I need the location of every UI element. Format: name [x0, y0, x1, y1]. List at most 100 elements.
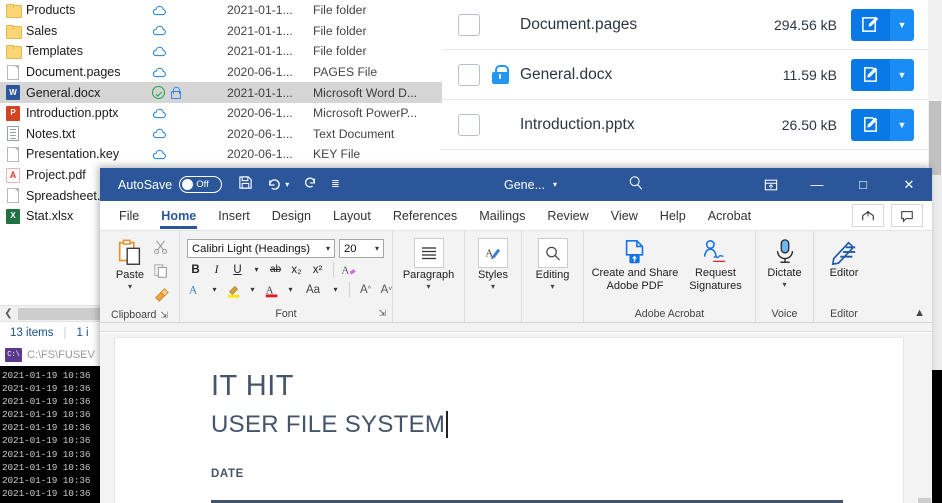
change-case-chevron-icon[interactable]: ▾: [329, 281, 342, 298]
tab-insert[interactable]: Insert: [207, 201, 261, 231]
font-color-chevron-icon[interactable]: ▾: [284, 281, 297, 298]
chevron-down-icon[interactable]: ▾: [550, 282, 554, 291]
save-icon[interactable]: [238, 175, 253, 194]
styles-button[interactable]: A Styles ▾: [472, 235, 514, 291]
chevron-down-icon[interactable]: ▾: [426, 282, 430, 291]
highlight-chevron-icon[interactable]: ▾: [246, 281, 259, 298]
format-painter-icon[interactable]: [153, 287, 169, 308]
edit-doc-icon[interactable]: [851, 58, 890, 91]
subscript-button[interactable]: x₂: [288, 261, 305, 278]
scrollbar-thumb[interactable]: [918, 498, 931, 503]
edit-dropdown-caret-icon[interactable]: ▼: [890, 108, 914, 141]
document-row[interactable]: General.docx 11.59 kB ▼: [442, 50, 942, 100]
row-checkbox[interactable]: [458, 63, 480, 86]
bold-button[interactable]: B: [187, 261, 204, 278]
document-title[interactable]: Gene... ▾: [504, 178, 557, 192]
dialog-launcher-icon[interactable]: ⇲: [378, 308, 386, 319]
edit-dropdown-caret-icon[interactable]: ▼: [890, 8, 914, 41]
tab-layout[interactable]: Layout: [322, 201, 382, 231]
change-case-button[interactable]: Aa: [301, 281, 325, 298]
tab-file[interactable]: File: [108, 201, 150, 231]
row-checkbox[interactable]: [458, 113, 480, 136]
document-row[interactable]: Document.pages 294.56 kB ▼: [442, 0, 942, 50]
chevron-down-icon[interactable]: ▾: [782, 280, 786, 289]
autosave-toggle[interactable]: Off: [179, 176, 223, 193]
paste-button[interactable]: Paste ▾: [107, 235, 153, 291]
tab-view[interactable]: View: [600, 201, 649, 231]
document-vertical-scrollbar[interactable]: [917, 498, 932, 503]
create-and-share-pdf-button[interactable]: Create and Share Adobe PDF: [591, 235, 679, 292]
document-row[interactable]: Introduction.pptx 26.50 kB ▼: [442, 100, 942, 150]
font-row-3[interactable]: A ▾ ▾ A ▾ Aa ▾ A ^ A ˅: [187, 281, 395, 298]
underline-chevron-icon[interactable]: ▾: [250, 261, 263, 278]
request-signatures-button[interactable]: Request Signatures: [683, 235, 748, 292]
chevron-down-icon[interactable]: ▾: [491, 282, 495, 291]
dictate-button[interactable]: Dictate ▾: [763, 235, 806, 289]
scroll-left-arrow-icon[interactable]: ❮: [0, 308, 17, 319]
file-row[interactable]: Sales 2021-01-1... File folder: [0, 21, 442, 42]
customize-quick-access-icon[interactable]: ≣: [331, 179, 339, 190]
ribbon-tabs[interactable]: File Home Insert Design Layout References Mail…: [100, 201, 932, 231]
ribbon[interactable]: Paste ▾ Clipboard ⇲ Calibri Light (Headi…: [100, 231, 932, 323]
chevron-down-icon[interactable]: ▾: [553, 180, 557, 189]
comment-icon[interactable]: [891, 204, 923, 227]
ribbon-tab-right-buttons[interactable]: [852, 204, 923, 227]
scissors-icon[interactable]: [153, 239, 169, 260]
collapse-ribbon-icon[interactable]: ▲: [914, 307, 925, 319]
edit-button-group[interactable]: ▼: [851, 58, 914, 91]
strikethrough-button[interactable]: ab: [267, 261, 284, 278]
chevron-down-icon[interactable]: ▾: [128, 282, 132, 291]
file-row[interactable]: Notes.txt 2020-06-1... Text Document: [0, 124, 442, 145]
italic-button[interactable]: I: [208, 261, 225, 278]
web-list-scrollbar[interactable]: [928, 0, 942, 175]
edit-doc-icon[interactable]: [851, 108, 890, 141]
close-icon[interactable]: ✕: [886, 168, 932, 201]
edit-button-group[interactable]: ▼: [851, 8, 914, 41]
text-effects-chevron-icon[interactable]: ▾: [208, 281, 221, 298]
clear-formatting-icon[interactable]: A: [341, 261, 358, 278]
tab-acrobat[interactable]: Acrobat: [697, 201, 762, 231]
edit-button-group[interactable]: ▼: [851, 108, 914, 141]
copy-icon[interactable]: [153, 263, 169, 284]
autosave-control[interactable]: AutoSave Off: [118, 176, 223, 193]
editor-button[interactable]: Editor: [821, 235, 867, 279]
redo-icon[interactable]: [303, 176, 317, 193]
chevron-down-icon[interactable]: ▾: [326, 244, 330, 253]
window-controls[interactable]: — □ ✕: [748, 168, 932, 201]
superscript-button[interactable]: x²: [309, 261, 326, 278]
font-size-combobox[interactable]: 20 ▾: [339, 239, 384, 258]
share-icon[interactable]: [852, 204, 884, 227]
tab-home[interactable]: Home: [150, 201, 207, 231]
quick-access-toolbar[interactable]: ▾ ≣: [238, 175, 340, 194]
file-row[interactable]: Products 2021-01-1... File folder: [0, 0, 442, 21]
text-effects-icon[interactable]: A: [187, 281, 204, 298]
font-row-1[interactable]: Calibri Light (Headings) ▾ 20 ▾: [187, 239, 384, 258]
tab-references[interactable]: References: [382, 201, 468, 231]
grow-font-button[interactable]: A ^: [357, 281, 374, 298]
tab-help[interactable]: Help: [649, 201, 697, 231]
paragraph-button[interactable]: Paragraph ▾: [402, 235, 456, 291]
edit-dropdown-caret-icon[interactable]: ▼: [890, 58, 914, 91]
underline-button[interactable]: U: [229, 261, 246, 278]
file-row[interactable]: P Introduction.pptx 2020-06-1... Microsoft …: [0, 103, 442, 124]
file-row[interactable]: Document.pages 2020-06-1... PAGES File: [0, 62, 442, 83]
web-list-rows[interactable]: Document.pages 294.56 kB ▼ General.docx 11.5…: [442, 0, 942, 150]
undo-icon[interactable]: ▾: [267, 178, 289, 191]
search-icon[interactable]: [628, 175, 644, 195]
row-checkbox[interactable]: [458, 13, 480, 36]
tab-mailings[interactable]: Mailings: [468, 201, 536, 231]
document-page[interactable]: IT HIT USER FILE SYSTEM DATE: [114, 337, 904, 503]
chevron-down-icon[interactable]: ▾: [375, 244, 379, 253]
dialog-launcher-icon[interactable]: ⇲: [160, 310, 168, 321]
tab-review[interactable]: Review: [536, 201, 599, 231]
maximize-icon[interactable]: □: [840, 168, 886, 201]
file-row[interactable]: W General.docx 2021-01-1... Microsoft Word …: [0, 82, 442, 103]
font-name-combobox[interactable]: Calibri Light (Headings) ▾: [187, 239, 335, 258]
tab-design[interactable]: Design: [261, 201, 322, 231]
scrollbar-thumb[interactable]: [929, 101, 941, 175]
minimize-icon[interactable]: —: [794, 168, 840, 201]
file-row[interactable]: Presentation.key 2020-06-1... KEY File: [0, 144, 442, 165]
edit-square-icon[interactable]: [851, 8, 890, 41]
editing-button[interactable]: Editing ▾: [529, 235, 576, 291]
font-color-icon[interactable]: A: [263, 281, 280, 298]
